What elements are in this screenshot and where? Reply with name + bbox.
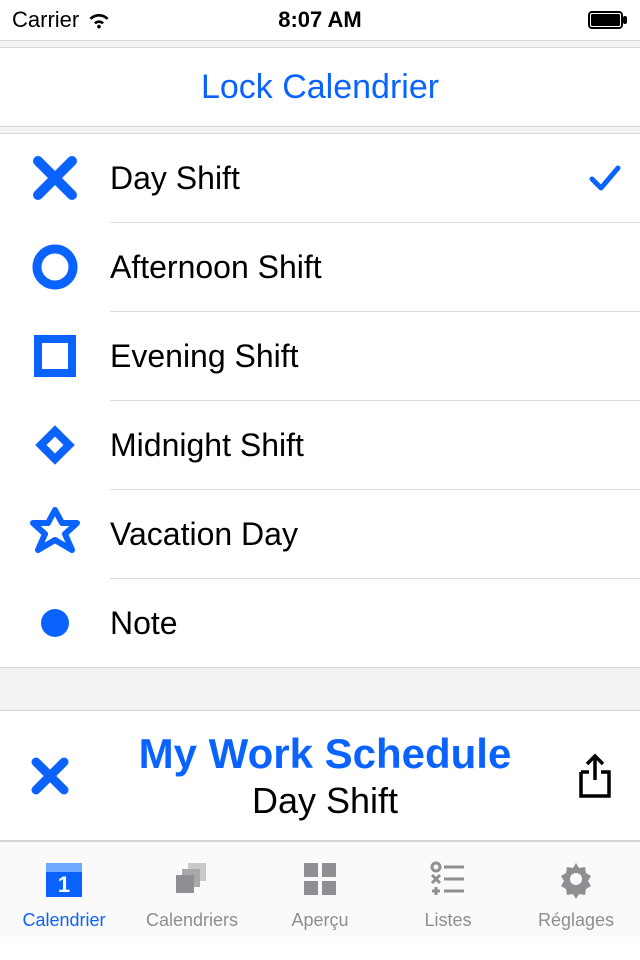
status-bar: Carrier 8:07 AM	[0, 0, 640, 40]
grid-icon	[298, 857, 342, 906]
tab-label: Listes	[424, 910, 471, 931]
gear-icon	[554, 857, 598, 906]
checkmark-icon	[570, 161, 640, 195]
tab-reglages[interactable]: Réglages	[512, 842, 640, 937]
shift-row-evening[interactable]: Evening Shift	[0, 312, 640, 400]
shift-row-midnight[interactable]: Midnight Shift	[0, 401, 640, 489]
tab-bar: 1 Calendrier Calendriers Aperçu Listes R…	[0, 841, 640, 937]
wifi-icon	[87, 11, 111, 29]
schedule-title: My Work Schedule	[100, 730, 550, 778]
tab-label: Réglages	[538, 910, 614, 931]
shift-row-afternoon[interactable]: Afternoon Shift	[0, 223, 640, 311]
tab-label: Calendriers	[146, 910, 238, 931]
shift-list: Day Shift Afternoon Shift Evening Shift …	[0, 134, 640, 667]
shift-row-note[interactable]: Note	[0, 579, 640, 667]
diamond-icon	[0, 418, 110, 472]
calendar-day-icon: 1	[42, 857, 86, 906]
tab-calendriers[interactable]: Calendriers	[128, 842, 256, 937]
circle-icon	[0, 242, 110, 292]
status-carrier: Carrier	[12, 7, 79, 33]
tab-calendrier[interactable]: 1 Calendrier	[0, 842, 128, 937]
close-button[interactable]	[0, 754, 100, 798]
tab-label: Calendrier	[22, 910, 105, 931]
square-icon	[0, 331, 110, 381]
shift-label: Evening Shift	[110, 338, 570, 375]
shift-row-day[interactable]: Day Shift	[0, 134, 640, 222]
schedule-subtitle: Day Shift	[100, 780, 550, 822]
tab-listes[interactable]: Listes	[384, 842, 512, 937]
shift-label: Vacation Day	[110, 516, 570, 553]
dot-icon	[0, 598, 110, 648]
stack-icon	[170, 857, 214, 906]
shift-label: Day Shift	[110, 160, 570, 197]
battery-icon	[588, 11, 628, 29]
tab-label: Aperçu	[291, 910, 348, 931]
share-button[interactable]	[550, 752, 640, 800]
x-icon	[0, 153, 110, 203]
lock-calendar-button[interactable]: Lock Calendrier	[0, 48, 640, 126]
shift-label: Midnight Shift	[110, 427, 570, 464]
schedule-summary: My Work Schedule Day Shift	[0, 711, 640, 841]
star-icon	[0, 506, 110, 562]
tab-apercu[interactable]: Aperçu	[256, 842, 384, 937]
shift-label: Afternoon Shift	[110, 249, 570, 286]
shift-row-vacation[interactable]: Vacation Day	[0, 490, 640, 578]
shift-label: Note	[110, 605, 570, 642]
svg-text:1: 1	[58, 872, 70, 897]
list-icon	[426, 857, 470, 906]
header-title: Lock Calendrier	[201, 68, 439, 107]
